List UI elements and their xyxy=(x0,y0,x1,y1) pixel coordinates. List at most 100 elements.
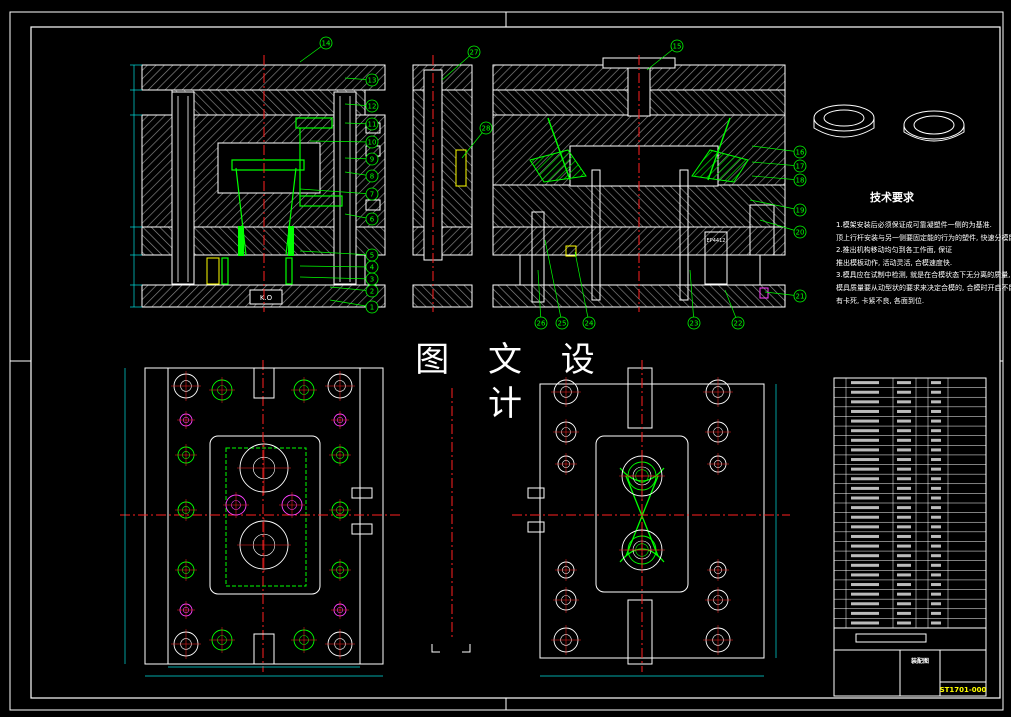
parts-list-cell xyxy=(897,544,911,548)
parts-list-cell xyxy=(851,409,879,413)
balloon-number: 10 xyxy=(368,139,377,147)
balloon-number: 1 xyxy=(370,304,374,312)
balloon-number: 28 xyxy=(482,125,491,133)
parts-list-cell xyxy=(851,583,879,587)
balloon-number: 20 xyxy=(796,229,805,237)
parts-list-cell xyxy=(897,554,911,558)
parts-list-cell xyxy=(851,515,879,519)
parts-list-cell xyxy=(897,506,911,510)
parts-list-cell xyxy=(931,525,941,529)
balloon-number: 12 xyxy=(368,103,377,111)
parts-list-cell xyxy=(931,554,941,558)
parts-list-cell xyxy=(931,515,941,519)
ep-label: EP4412 xyxy=(707,238,726,244)
balloon-number: 5 xyxy=(370,252,374,260)
parts-list-cell xyxy=(897,467,911,471)
parts-list-cell xyxy=(851,525,879,529)
parts-list-cell xyxy=(931,573,941,577)
parts-list-cell xyxy=(931,419,941,423)
parts-list-cell xyxy=(931,621,941,625)
parts-list-cell xyxy=(851,486,879,490)
parts-list-cell xyxy=(851,602,879,606)
front-section-view: K.O xyxy=(130,55,386,312)
parts-list-cell xyxy=(931,458,941,462)
parts-list-cell xyxy=(931,381,941,385)
balloon-number: 19 xyxy=(796,207,805,215)
parts-list-cell xyxy=(897,409,911,413)
parts-list-cell xyxy=(851,400,879,404)
parts-list-cell xyxy=(851,534,879,538)
balloon-number: 8 xyxy=(370,173,374,181)
balloon-number: 6 xyxy=(370,216,375,224)
balloon-number: 14 xyxy=(322,40,331,48)
parts-list-cell xyxy=(931,592,941,596)
balloon-number: 26 xyxy=(537,320,546,328)
parts-list-cell xyxy=(931,448,941,452)
parts-list-cell xyxy=(931,438,941,442)
parts-list-cell xyxy=(897,515,911,519)
technical-requirements-title: 技术要求 xyxy=(870,191,914,204)
parts-list-cell xyxy=(851,438,879,442)
parts-list-cell xyxy=(931,496,941,500)
technical-requirement-line: 1.模架安装后必须保证成可靠凝塑件一侧的为基准. xyxy=(836,221,992,229)
drawing-number: ST1701-000 xyxy=(940,686,987,694)
parts-list-cell xyxy=(897,496,911,500)
fixed-half-plan-view xyxy=(431,360,790,677)
ko-label: K.O xyxy=(260,294,273,302)
parts-list-cell xyxy=(897,525,911,529)
parts-list-cell xyxy=(931,477,941,481)
technical-requirement-line: 2.推出机构移动均匀到各工作面, 保证 xyxy=(836,246,953,255)
parts-list-cell xyxy=(897,563,911,567)
parts-list-cell xyxy=(897,438,911,442)
parts-list-cell xyxy=(931,563,941,567)
parts-list-cell xyxy=(897,429,911,433)
balloon-number: 2 xyxy=(370,288,374,296)
parts-list-cell xyxy=(897,400,911,404)
balloon-number: 7 xyxy=(370,191,374,199)
parts-list-cell xyxy=(931,429,941,433)
parts-list-cell xyxy=(851,467,879,471)
technical-requirement-line: 模具质量要从动型状的要求来决定合模的, 合模时开启不能 xyxy=(836,283,1011,292)
parts-list-cell xyxy=(851,544,879,548)
parts-list-cell xyxy=(851,477,879,481)
parts-list-cell xyxy=(931,611,941,615)
parts-list-cell xyxy=(897,390,911,394)
balloon-number: 27 xyxy=(470,49,479,57)
parts-list-cell xyxy=(931,390,941,394)
parts-list-cell xyxy=(851,592,879,596)
parts-list-cell xyxy=(931,534,941,538)
technical-requirement-line: 推出模板动作, 活动灵活, 合模速度快. xyxy=(836,258,953,267)
parts-list-cell xyxy=(931,506,941,510)
parts-list-cell xyxy=(851,381,879,385)
balloon-number: 13 xyxy=(368,77,377,85)
moving-half-plan-view xyxy=(120,360,400,677)
parts-list-cell xyxy=(851,621,879,625)
balloon-number: 25 xyxy=(558,320,567,328)
balloon-number: 9 xyxy=(370,156,374,164)
parts-list-cell xyxy=(851,506,879,510)
parts-list-cell xyxy=(897,573,911,577)
balloon-number: 22 xyxy=(734,320,743,328)
parts-list-cell xyxy=(931,486,941,490)
parts-list-cell xyxy=(897,381,911,385)
parts-list-cell xyxy=(931,400,941,404)
parts-list-cell xyxy=(897,592,911,596)
parts-list-cell xyxy=(897,419,911,423)
parts-list-cell xyxy=(931,583,941,587)
parts-list-cell xyxy=(851,496,879,500)
parts-list-cell xyxy=(897,611,911,615)
parts-list-cell xyxy=(931,409,941,413)
parts-list-cell xyxy=(897,477,911,481)
parts-list-cell xyxy=(897,534,911,538)
parts-list-cell xyxy=(897,448,911,452)
parts-list-cell xyxy=(851,419,879,423)
parts-list-cell xyxy=(851,611,879,615)
parts-list-cell xyxy=(897,602,911,606)
balloon-number: 11 xyxy=(368,121,377,129)
title-block: 装配图 ST1701-000 xyxy=(833,377,987,697)
parts-list-cell xyxy=(851,458,879,462)
parts-list-cell xyxy=(897,621,911,625)
balloon-number: 18 xyxy=(796,177,805,185)
parts-list-cell xyxy=(851,573,879,577)
assembly-label: 装配图 xyxy=(910,657,929,665)
